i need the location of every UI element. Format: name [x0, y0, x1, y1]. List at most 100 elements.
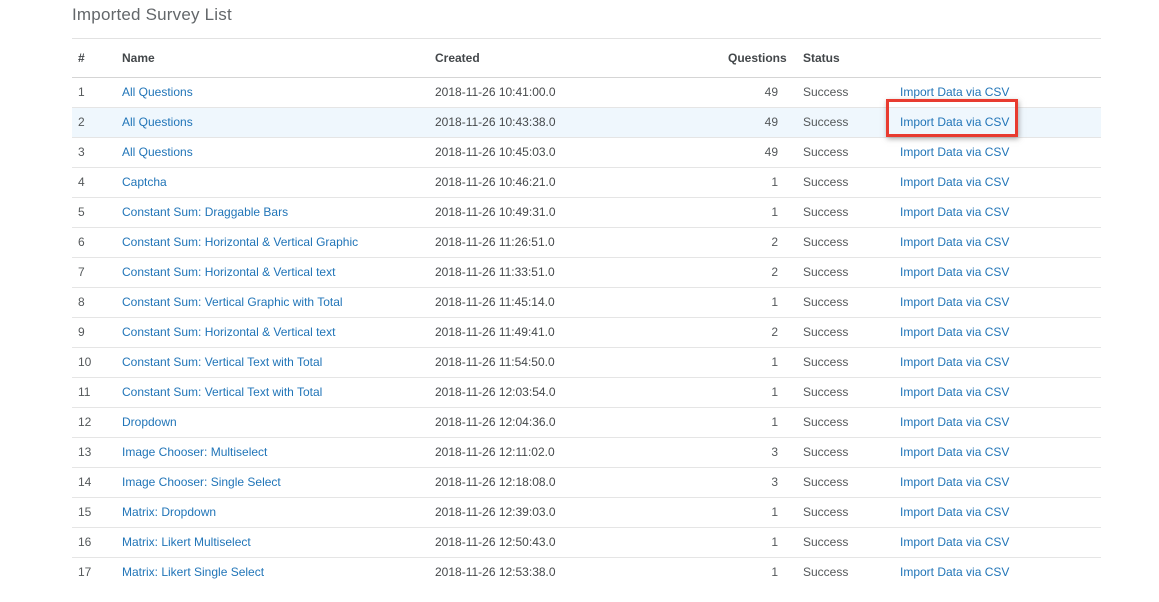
status-cell: Success [778, 287, 896, 317]
row-number: 11 [72, 377, 122, 407]
row-number: 10 [72, 347, 122, 377]
survey-table: # Name Created Questions Status 1 All Qu… [72, 39, 1101, 587]
status-cell: Success [778, 77, 896, 107]
survey-name-link[interactable]: Matrix: Dropdown [122, 505, 216, 519]
survey-name-link[interactable]: Constant Sum: Horizontal & Vertical Grap… [122, 235, 358, 249]
import-csv-link[interactable]: Import Data via CSV [900, 205, 1009, 219]
table-row: 4 Captcha 2018-11-26 10:46:21.0 1 Succes… [72, 167, 1101, 197]
row-number: 14 [72, 467, 122, 497]
questions-cell: 1 [728, 197, 778, 227]
column-header-status: Status [778, 39, 896, 77]
page-title: Imported Survey List [72, 5, 1101, 24]
questions-cell: 1 [728, 527, 778, 557]
survey-name-link[interactable]: Constant Sum: Horizontal & Vertical text [122, 265, 335, 279]
table-row: 14 Image Chooser: Single Select 2018-11-… [72, 467, 1101, 497]
questions-cell: 3 [728, 437, 778, 467]
table-row: 8 Constant Sum: Vertical Graphic with To… [72, 287, 1101, 317]
table-row: 7 Constant Sum: Horizontal & Vertical te… [72, 257, 1101, 287]
status-cell: Success [778, 137, 896, 167]
import-csv-link[interactable]: Import Data via CSV [900, 415, 1009, 429]
status-cell: Success [778, 497, 896, 527]
import-csv-link[interactable]: Import Data via CSV [900, 355, 1009, 369]
import-csv-link[interactable]: Import Data via CSV [900, 85, 1009, 99]
created-cell: 2018-11-26 10:46:21.0 [435, 167, 728, 197]
created-cell: 2018-11-26 12:03:54.0 [435, 377, 728, 407]
status-cell: Success [778, 197, 896, 227]
status-cell: Success [778, 467, 896, 497]
import-csv-link[interactable]: Import Data via CSV [900, 535, 1009, 549]
questions-cell: 49 [728, 137, 778, 167]
survey-name-link[interactable]: Constant Sum: Vertical Text with Total [122, 385, 322, 399]
status-cell: Success [778, 407, 896, 437]
status-cell: Success [778, 557, 896, 587]
row-number: 3 [72, 137, 122, 167]
column-header-index: # [72, 39, 122, 77]
survey-name-link[interactable]: Matrix: Likert Single Select [122, 565, 264, 579]
questions-cell: 2 [728, 257, 778, 287]
status-cell: Success [778, 107, 896, 137]
import-csv-link[interactable]: Import Data via CSV [900, 325, 1009, 339]
survey-name-link[interactable]: Image Chooser: Multiselect [122, 445, 267, 459]
questions-cell: 1 [728, 557, 778, 587]
created-cell: 2018-11-26 11:26:51.0 [435, 227, 728, 257]
created-cell: 2018-11-26 11:54:50.0 [435, 347, 728, 377]
row-number: 13 [72, 437, 122, 467]
table-row: 16 Matrix: Likert Multiselect 2018-11-26… [72, 527, 1101, 557]
survey-name-link[interactable]: Constant Sum: Draggable Bars [122, 205, 288, 219]
row-number: 6 [72, 227, 122, 257]
table-header-row: # Name Created Questions Status [72, 39, 1101, 77]
questions-cell: 49 [728, 107, 778, 137]
import-csv-link[interactable]: Import Data via CSV [900, 145, 1009, 159]
created-cell: 2018-11-26 10:45:03.0 [435, 137, 728, 167]
row-number: 5 [72, 197, 122, 227]
row-number: 12 [72, 407, 122, 437]
table-row: 10 Constant Sum: Vertical Text with Tota… [72, 347, 1101, 377]
import-csv-link[interactable]: Import Data via CSV [900, 475, 1009, 489]
survey-name-link[interactable]: Image Chooser: Single Select [122, 475, 281, 489]
survey-name-link[interactable]: All Questions [122, 115, 193, 129]
created-cell: 2018-11-26 11:45:14.0 [435, 287, 728, 317]
column-header-action [896, 39, 1101, 77]
column-header-created: Created [435, 39, 728, 77]
import-csv-link[interactable]: Import Data via CSV [900, 115, 1009, 129]
import-csv-link[interactable]: Import Data via CSV [900, 445, 1009, 459]
survey-name-link[interactable]: Dropdown [122, 415, 177, 429]
created-cell: 2018-11-26 11:49:41.0 [435, 317, 728, 347]
survey-name-link[interactable]: Constant Sum: Vertical Text with Total [122, 355, 322, 369]
created-cell: 2018-11-26 12:04:36.0 [435, 407, 728, 437]
survey-name-link[interactable]: Constant Sum: Vertical Graphic with Tota… [122, 295, 343, 309]
table-row: 9 Constant Sum: Horizontal & Vertical te… [72, 317, 1101, 347]
survey-name-link[interactable]: Matrix: Likert Multiselect [122, 535, 251, 549]
created-cell: 2018-11-26 10:43:38.0 [435, 107, 728, 137]
table-row: 2 All Questions 2018-11-26 10:43:38.0 49… [72, 107, 1101, 137]
import-csv-link[interactable]: Import Data via CSV [900, 295, 1009, 309]
import-csv-link[interactable]: Import Data via CSV [900, 235, 1009, 249]
created-cell: 2018-11-26 10:49:31.0 [435, 197, 728, 227]
survey-name-link[interactable]: Captcha [122, 175, 167, 189]
row-number: 8 [72, 287, 122, 317]
created-cell: 2018-11-26 11:33:51.0 [435, 257, 728, 287]
questions-cell: 1 [728, 377, 778, 407]
created-cell: 2018-11-26 12:53:38.0 [435, 557, 728, 587]
status-cell: Success [778, 377, 896, 407]
status-cell: Success [778, 347, 896, 377]
status-cell: Success [778, 437, 896, 467]
import-csv-link[interactable]: Import Data via CSV [900, 505, 1009, 519]
survey-name-link[interactable]: Constant Sum: Horizontal & Vertical text [122, 325, 335, 339]
survey-name-link[interactable]: All Questions [122, 145, 193, 159]
import-csv-link[interactable]: Import Data via CSV [900, 565, 1009, 579]
status-cell: Success [778, 317, 896, 347]
import-csv-link[interactable]: Import Data via CSV [900, 265, 1009, 279]
row-number: 2 [72, 107, 122, 137]
created-cell: 2018-11-26 12:39:03.0 [435, 497, 728, 527]
import-csv-link[interactable]: Import Data via CSV [900, 385, 1009, 399]
survey-name-link[interactable]: All Questions [122, 85, 193, 99]
questions-cell: 1 [728, 287, 778, 317]
row-number: 17 [72, 557, 122, 587]
import-csv-link[interactable]: Import Data via CSV [900, 175, 1009, 189]
questions-cell: 2 [728, 227, 778, 257]
row-number: 7 [72, 257, 122, 287]
table-row: 3 All Questions 2018-11-26 10:45:03.0 49… [72, 137, 1101, 167]
questions-cell: 1 [728, 167, 778, 197]
questions-cell: 3 [728, 467, 778, 497]
